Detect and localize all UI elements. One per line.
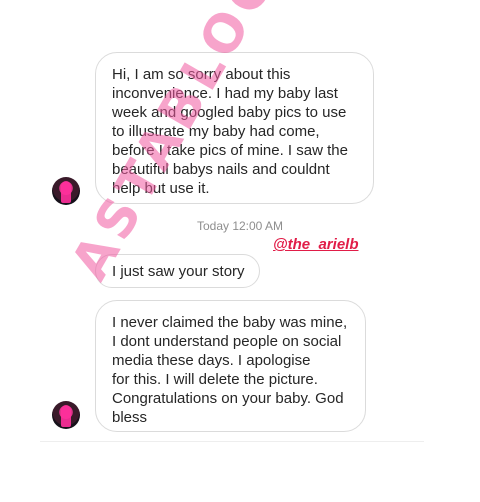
credit-handle: @the_arielb [273, 236, 359, 253]
message-bubble-saw-story[interactable]: I just saw your story [95, 254, 260, 288]
avatar[interactable] [52, 177, 80, 205]
avatar-figure-icon [61, 405, 71, 427]
avatar-figure-icon [61, 181, 71, 203]
message-bubble-apology[interactable]: Hi, I am so sorry about this inconvenien… [95, 52, 374, 204]
message-bubble-reply[interactable]: I never claimed the baby was mine, I don… [95, 300, 366, 432]
message-timestamp: Today 12:00 AM [196, 219, 284, 233]
divider [40, 441, 424, 442]
avatar[interactable] [52, 401, 80, 429]
